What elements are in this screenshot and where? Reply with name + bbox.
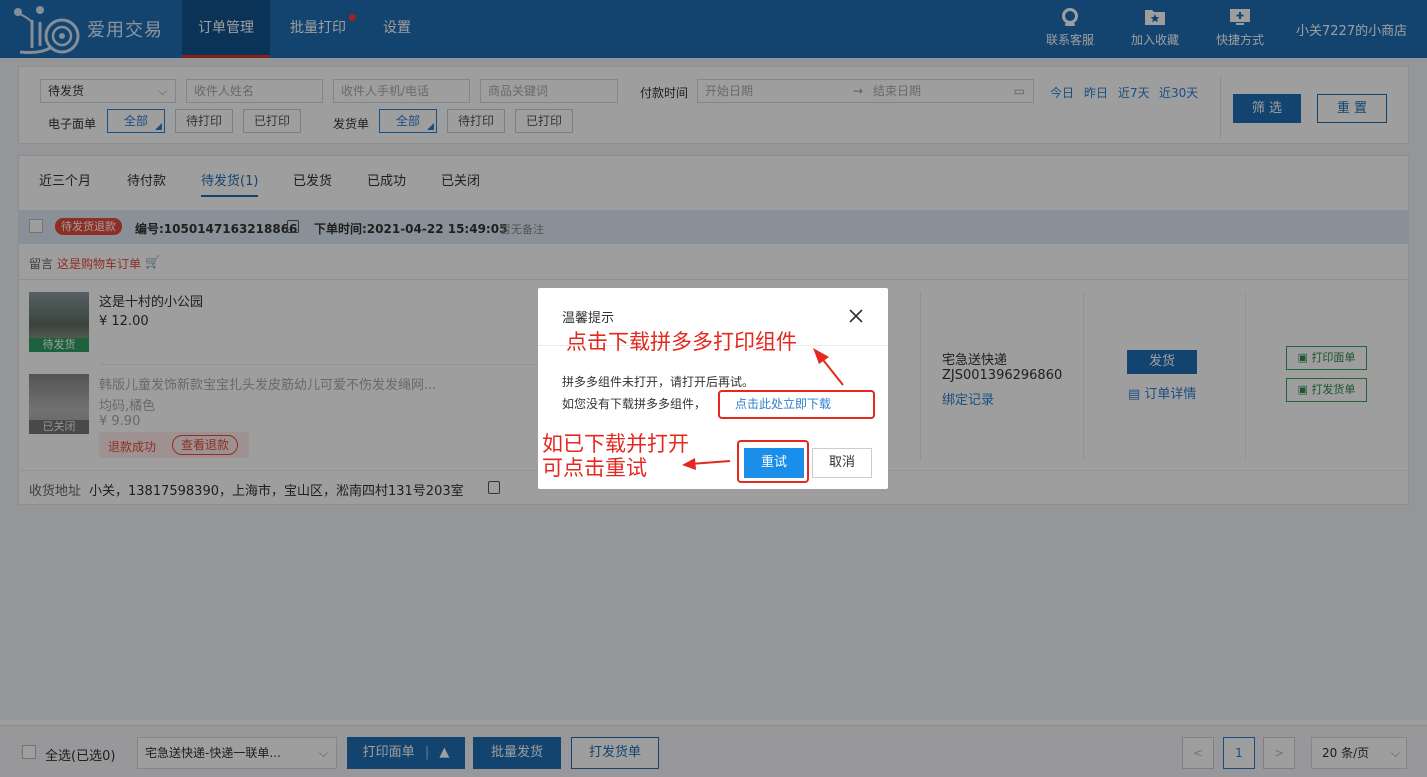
annotation-arrows	[682, 348, 844, 470]
arrow-to-retry-icon	[682, 458, 731, 470]
arrow-to-download-icon	[813, 348, 844, 386]
